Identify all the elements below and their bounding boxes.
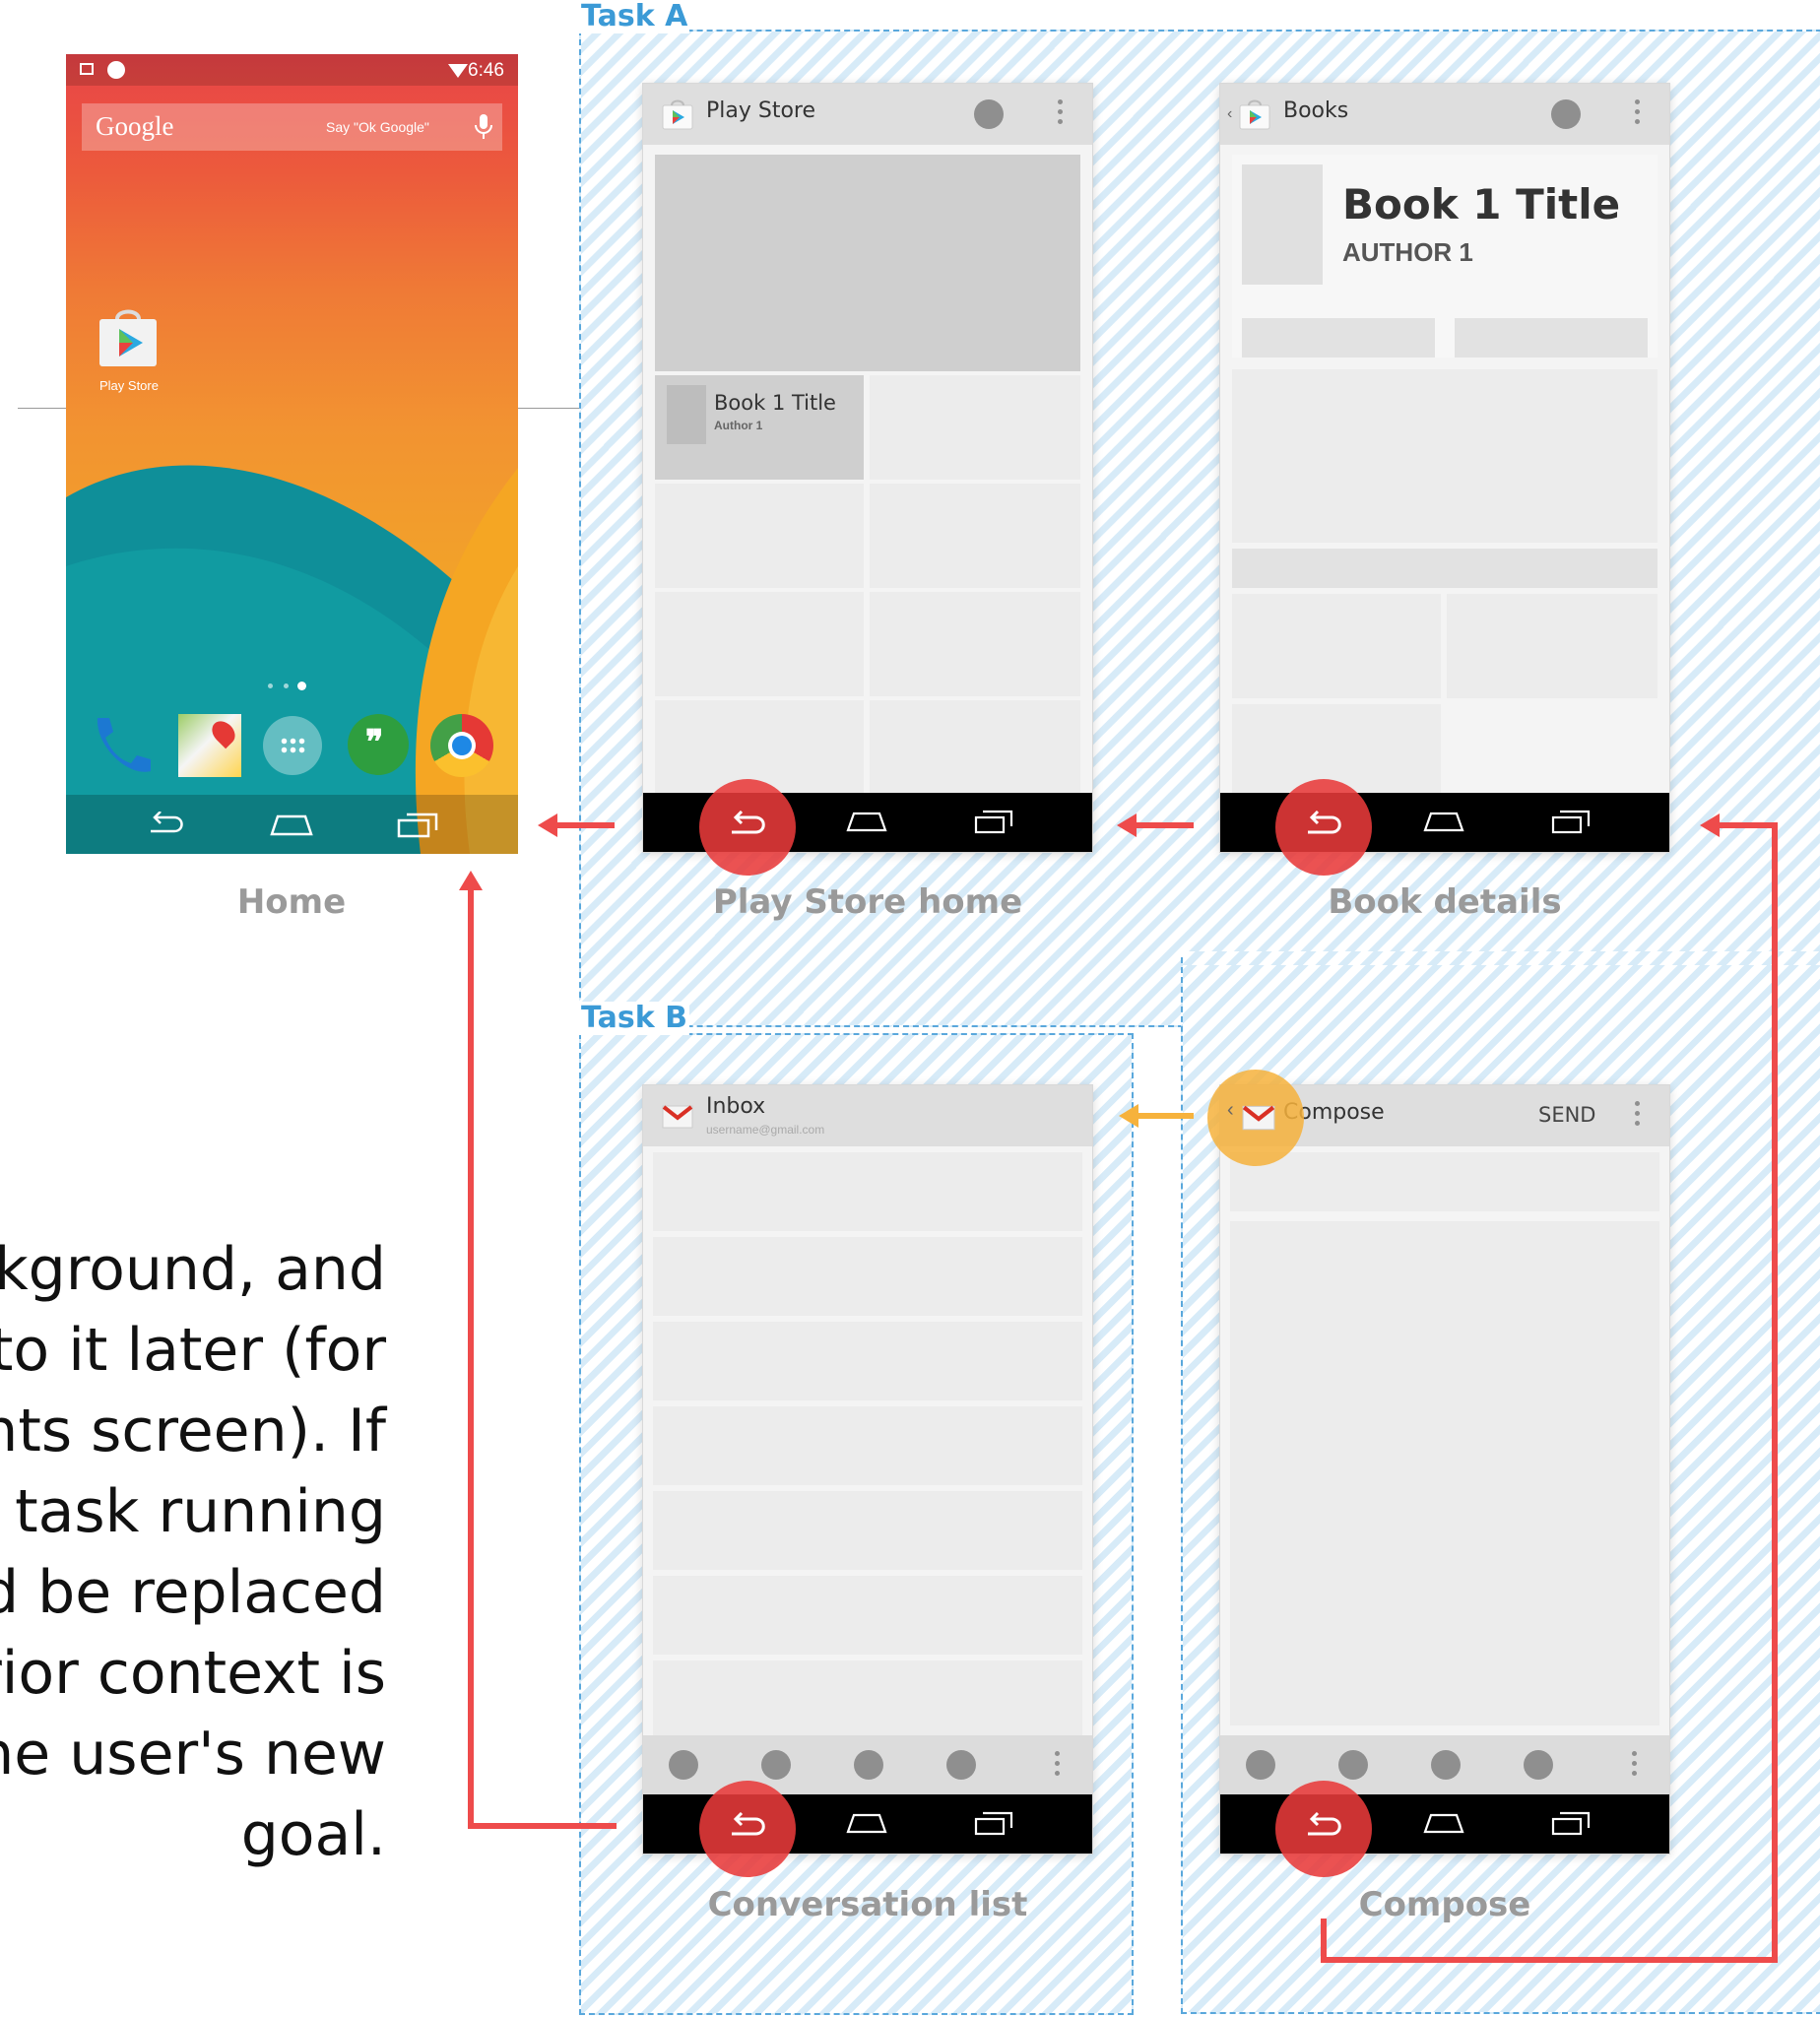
back-arrow-to-play-store: [1117, 813, 1194, 837]
side-text-line: he user's new: [0, 1720, 386, 1789]
side-text-line: rior context is: [0, 1639, 386, 1708]
up-arrow-compose-to-inbox: [1119, 1104, 1194, 1128]
side-text-line: kground, and: [0, 1235, 386, 1304]
back-arrow-to-home: [538, 813, 615, 837]
side-text-line: ents screen). If: [0, 1397, 386, 1465]
side-text-line: n to it later (for: [0, 1316, 386, 1385]
back-arrow-inbox-to-home: [459, 871, 617, 1829]
side-text-line: d be replaced: [0, 1558, 386, 1627]
side-paragraph: kground, and n to it later (for ents scr…: [0, 1229, 386, 1875]
side-text-line: goal.: [240, 1800, 386, 1869]
back-arrow-compose-to-book: [1321, 813, 1778, 1963]
side-text-line: n task running: [0, 1477, 386, 1546]
